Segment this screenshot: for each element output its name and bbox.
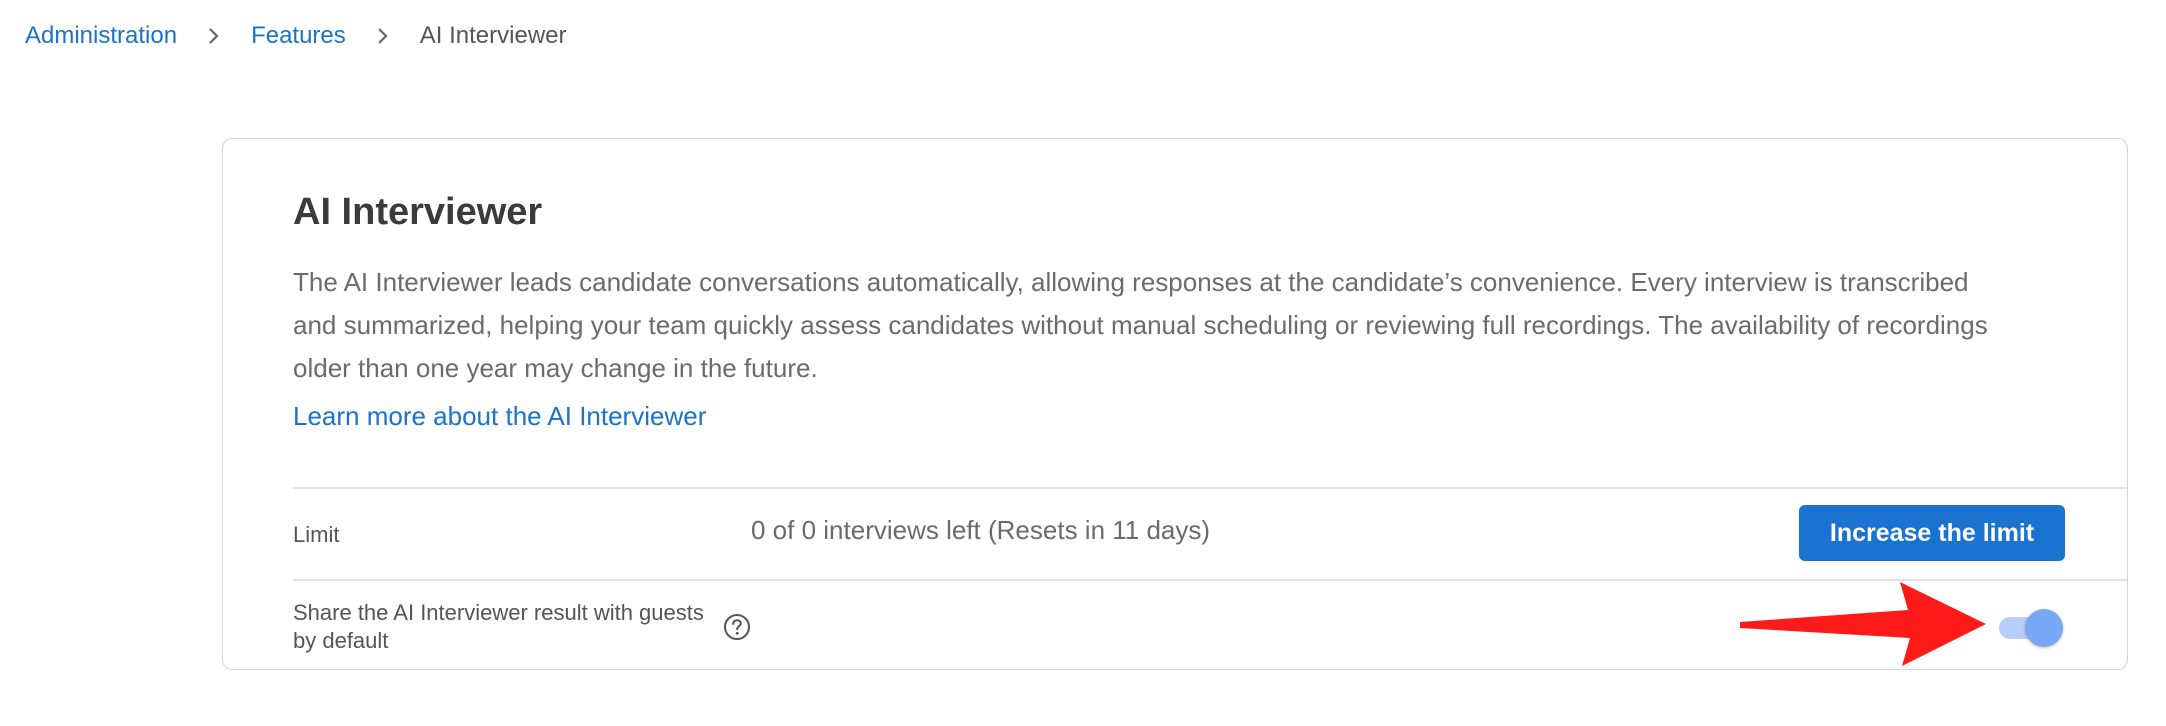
increase-limit-button[interactable]: Increase the limit (1799, 505, 2065, 561)
red-arrow-annotation (1740, 582, 1986, 666)
limit-label: Limit (293, 522, 340, 547)
toggle-thumb (2025, 609, 2063, 647)
breadcrumb-current: AI Interviewer (419, 22, 567, 49)
card-description: The AI Interviewer leads candidate conve… (293, 267, 1988, 383)
question-circle-icon[interactable] (723, 613, 751, 641)
chevron-right-icon (376, 26, 390, 46)
divider (293, 487, 2127, 489)
limit-value: 0 of 0 interviews left (Resets in 11 day… (751, 515, 1211, 545)
share-toggle[interactable] (1995, 607, 2065, 647)
card-title: AI Interviewer (293, 191, 543, 233)
breadcrumb-features[interactable]: Features (251, 22, 346, 50)
chevron-right-icon (207, 26, 221, 46)
learn-more-link[interactable]: Learn more about the AI Interviewer (293, 401, 706, 432)
breadcrumb-administration[interactable]: Administration (25, 22, 177, 50)
share-setting-label: Share the AI Interviewer result with gue… (293, 600, 704, 653)
breadcrumb: Administration Features AI Interviewer (25, 18, 567, 54)
